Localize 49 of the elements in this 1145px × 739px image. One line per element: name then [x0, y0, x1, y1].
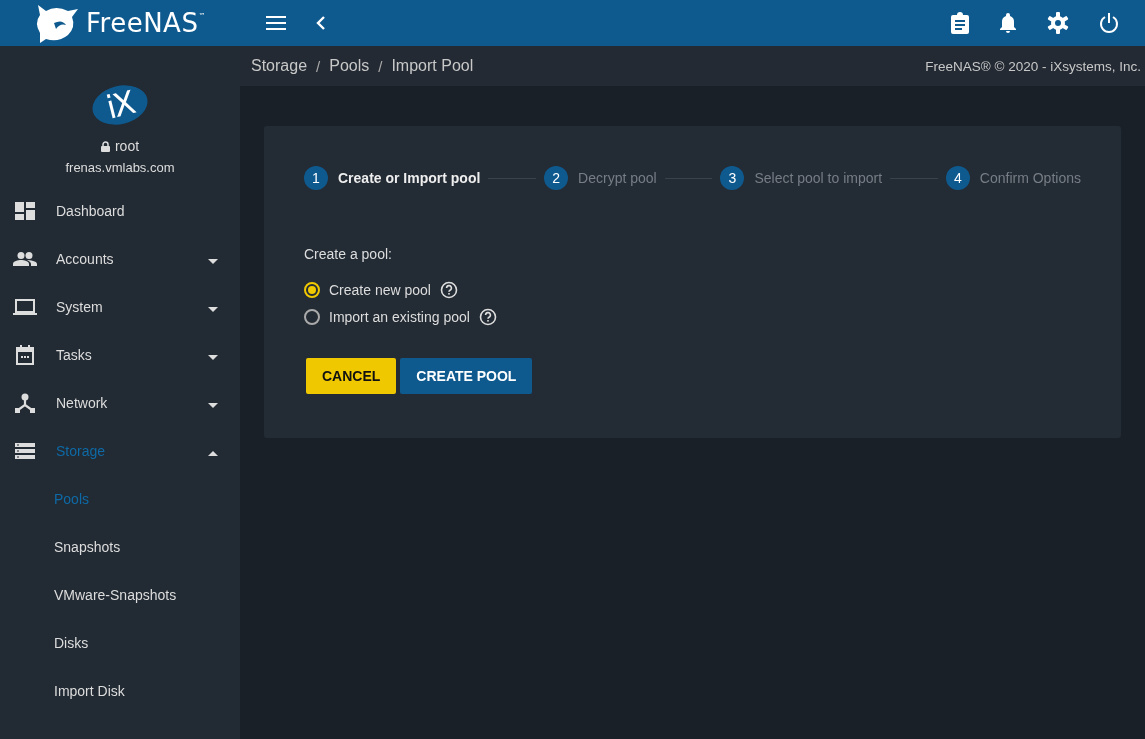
option-label: Create new pool: [329, 281, 431, 298]
sidebar-item[interactable]: System: [0, 283, 240, 331]
step-label[interactable]: Select pool to import: [754, 170, 883, 186]
breadcrumb-link[interactable]: Import Pool: [391, 57, 474, 75]
bell-icon[interactable]: [999, 12, 1017, 34]
settings-icon[interactable]: [1047, 12, 1069, 34]
step-label[interactable]: Decrypt pool: [578, 170, 657, 186]
dashboard-icon: [15, 202, 35, 220]
step-number: 1: [304, 166, 328, 190]
help-icon[interactable]: [478, 307, 497, 326]
radio-button[interactable]: [304, 281, 320, 298]
step-number: 4: [945, 166, 970, 190]
lock-icon: [100, 140, 110, 152]
cancel-button[interactable]: CANCEL: [306, 358, 397, 394]
shark-logo-icon: [34, 3, 80, 43]
sidebar-item[interactable]: Dashboard: [0, 187, 240, 235]
breadcrumb-link[interactable]: Pools: [329, 57, 370, 75]
step-label[interactable]: Create or Import pool: [338, 170, 481, 186]
people-icon: [13, 252, 37, 266]
sidebar-item[interactable]: Accounts: [0, 235, 240, 283]
copyright-text: FreeNAS® © 2020 - iXsystems, Inc.: [925, 58, 1141, 74]
create-pool-button[interactable]: CREATE POOL: [400, 358, 533, 394]
brand-name: FreeNAS$^{™}$: [86, 8, 206, 38]
sidebar-item[interactable]: Network: [0, 379, 240, 427]
sidebar-item[interactable]: Tasks: [0, 331, 240, 379]
radio-button[interactable]: [304, 308, 320, 325]
option-label: Import an existing pool: [329, 308, 470, 325]
chevron-left-icon[interactable]: [316, 16, 325, 30]
form-label: Create a pool:: [304, 246, 393, 262]
step-number: 2: [544, 166, 569, 190]
breadcrumb-separator: /: [316, 57, 321, 75]
menu-icon[interactable]: [266, 16, 286, 30]
network-icon: [15, 393, 35, 413]
breadcrumb-link[interactable]: Storage: [251, 57, 308, 75]
step-label[interactable]: Confirm Options: [979, 170, 1081, 186]
step-number: 3: [720, 166, 745, 190]
laptop-icon: [13, 299, 37, 315]
storage-icon: [15, 443, 35, 459]
power-icon[interactable]: [1099, 13, 1119, 33]
sidebar-subitem[interactable]: Disks: [0, 619, 240, 667]
sidebar-subitem[interactable]: VMware-Snapshots: [0, 571, 240, 619]
calendar-icon: [16, 345, 34, 365]
help-icon[interactable]: [439, 280, 458, 299]
hostname: frenas.vmlabs.com: [65, 160, 175, 175]
sidebar-subitem[interactable]: Import Disk: [0, 667, 240, 715]
clipboard-icon[interactable]: [951, 12, 969, 34]
sidebar-subitem[interactable]: Snapshots: [0, 523, 240, 571]
breadcrumb-separator: /: [378, 57, 383, 75]
username: root: [114, 138, 140, 154]
